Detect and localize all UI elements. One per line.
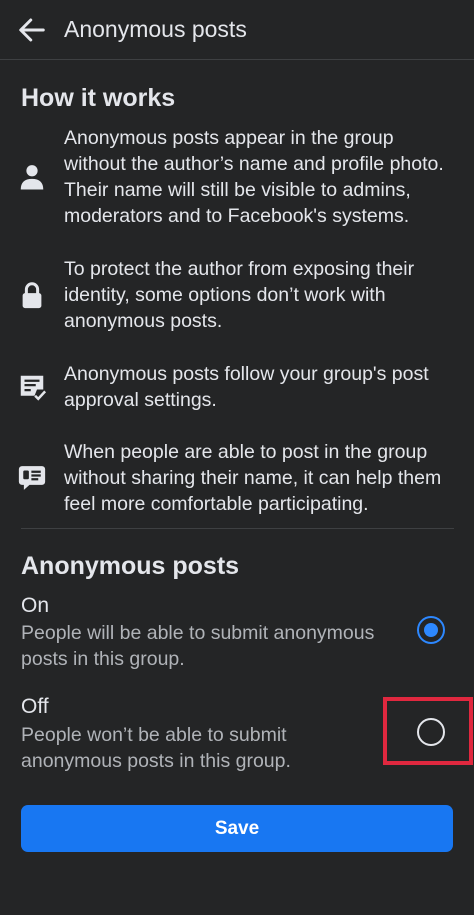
- chat-bubble-icon: [18, 466, 46, 490]
- arrow-left-icon: [19, 18, 45, 41]
- back-button[interactable]: [0, 0, 64, 60]
- option-on-description[interactable]: People will be able to submit anonymous …: [21, 620, 391, 672]
- person-icon: [20, 165, 44, 190]
- info-item-author-hidden: Anonymous posts appear in the group with…: [0, 125, 474, 229]
- save-button[interactable]: Save: [21, 805, 453, 852]
- info-item-comfort: When people are able to post in the grou…: [0, 439, 474, 517]
- approval-list-icon: [20, 375, 47, 401]
- page-title: Anonymous posts: [64, 16, 247, 42]
- top-app-bar: Anonymous posts: [0, 0, 474, 60]
- lock-icon: [22, 282, 42, 309]
- option-off-label[interactable]: Off: [21, 695, 49, 719]
- info-text: When people are able to post in the grou…: [64, 441, 442, 515]
- how-it-works-heading: How it works: [21, 84, 176, 112]
- section-divider: [21, 528, 454, 529]
- option-on-label[interactable]: On: [21, 594, 49, 618]
- info-text: Anonymous posts follow your group's post…: [64, 363, 429, 411]
- option-on-radio[interactable]: [417, 616, 445, 644]
- info-text: To protect the author from exposing thei…: [64, 258, 415, 332]
- info-item-limited-options: To protect the author from exposing thei…: [0, 256, 474, 334]
- info-text: Anonymous posts appear in the group with…: [64, 127, 444, 227]
- highlight-annotation: [383, 697, 473, 765]
- info-item-approval: Anonymous posts follow your group's post…: [0, 361, 474, 413]
- option-off-description[interactable]: People won’t be able to submit anonymous…: [21, 722, 391, 774]
- anonymous-posts-heading: Anonymous posts: [21, 552, 240, 580]
